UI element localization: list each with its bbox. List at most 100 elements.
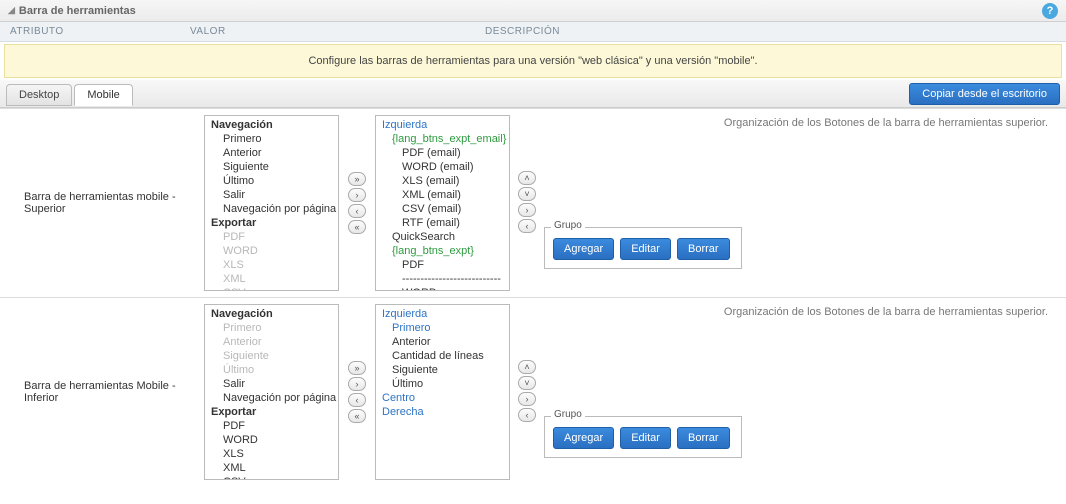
list-item[interactable]: Último xyxy=(376,377,509,391)
list-group-header[interactable]: Exportar xyxy=(205,216,338,230)
list-item[interactable]: {lang_btns_expt_email} xyxy=(376,132,509,146)
move-all-left-icon[interactable]: « xyxy=(348,220,366,234)
copy-from-desktop-button[interactable]: Copiar desde el escritorio xyxy=(909,83,1060,105)
list-item[interactable]: Cantidad de líneas xyxy=(376,349,509,363)
move-left-icon[interactable]: ‹ xyxy=(348,393,366,407)
list-item[interactable]: Siguiente xyxy=(376,363,509,377)
inferior-available-list: NavegaciónPrimeroAnteriorSiguienteÚltimo… xyxy=(204,304,339,480)
list-item[interactable]: CSV xyxy=(205,286,338,291)
delete-button[interactable]: Borrar xyxy=(677,427,730,449)
list-item[interactable]: Anterior xyxy=(205,146,338,160)
list-item[interactable]: Anterior xyxy=(376,335,509,349)
list-item[interactable]: WORD xyxy=(376,286,509,291)
tab-desktop[interactable]: Desktop xyxy=(6,84,72,106)
inferior-selected-list: IzquierdaPrimeroAnteriorCantidad de líne… xyxy=(375,304,510,480)
list-item[interactable]: Salir xyxy=(205,377,338,391)
superior-selected-listbox[interactable]: Izquierda{lang_btns_expt_email}PDF (emai… xyxy=(375,115,510,291)
list-item[interactable]: Siguiente xyxy=(205,160,338,174)
superior-description: Organización de los Botones de la barra … xyxy=(518,115,1054,131)
toolbar-inferior-row: Barra de herramientas Mobile - Inferior … xyxy=(0,297,1066,486)
edit-button[interactable]: Editar xyxy=(620,427,671,449)
add-button[interactable]: Agregar xyxy=(553,427,614,449)
edit-button[interactable]: Editar xyxy=(620,238,671,260)
move-all-right-icon[interactable]: » xyxy=(348,361,366,375)
list-item[interactable]: RTF (email) xyxy=(376,216,509,230)
group-legend: Grupo xyxy=(551,409,585,420)
move-down-icon[interactable]: ˅ xyxy=(518,187,536,201)
move-all-right-icon[interactable]: » xyxy=(348,172,366,186)
move-left2-icon[interactable]: ‹ xyxy=(518,219,536,233)
list-item[interactable]: Derecha xyxy=(376,405,509,419)
list-item[interactable]: XML xyxy=(205,272,338,286)
list-item[interactable]: CSV xyxy=(205,475,338,480)
list-item[interactable]: Anterior xyxy=(205,335,338,349)
list-item[interactable]: Último xyxy=(205,174,338,188)
move-left-icon[interactable]: ‹ xyxy=(348,204,366,218)
list-item[interactable]: {lang_btns_expt} xyxy=(376,244,509,258)
inferior-available-listbox[interactable]: NavegaciónPrimeroAnteriorSiguienteÚltimo… xyxy=(204,304,339,480)
list-item[interactable]: PDF xyxy=(205,419,338,433)
superior-available-listbox[interactable]: NavegaciónPrimeroAnteriorSiguienteÚltimo… xyxy=(204,115,339,291)
titlebar-title: Barra de herramientas xyxy=(19,5,136,17)
list-item[interactable]: Navegación por página xyxy=(205,202,338,216)
list-item[interactable]: Primero xyxy=(376,321,509,335)
move-right-icon[interactable]: › xyxy=(348,188,366,202)
move-up-icon[interactable]: ˄ xyxy=(518,360,536,374)
superior-available-list: NavegaciónPrimeroAnteriorSiguienteÚltimo… xyxy=(204,115,339,291)
add-button[interactable]: Agregar xyxy=(553,238,614,260)
column-headers: ATRIBUTO VALOR DESCRIPCIÓN xyxy=(0,22,1066,42)
list-item[interactable]: WORD (email) xyxy=(376,160,509,174)
list-item[interactable]: Izquierda xyxy=(376,118,509,132)
list-group-header[interactable]: Exportar xyxy=(205,405,338,419)
list-item[interactable]: XLS (email) xyxy=(376,174,509,188)
list-item[interactable]: WORD xyxy=(205,433,338,447)
list-item[interactable]: QuickSearch xyxy=(376,230,509,244)
list-item[interactable]: XML (email) xyxy=(376,188,509,202)
list-item[interactable]: Siguiente xyxy=(205,349,338,363)
move-right2-icon[interactable]: › xyxy=(518,392,536,406)
list-group-header[interactable]: Navegación xyxy=(205,118,338,132)
group-legend: Grupo xyxy=(551,220,585,231)
list-item[interactable]: --------------------------- xyxy=(376,272,509,286)
move-up-icon[interactable]: ˄ xyxy=(518,171,536,185)
header-attribute: ATRIBUTO xyxy=(10,26,190,37)
list-item[interactable]: Centro xyxy=(376,391,509,405)
inferior-selected-listbox[interactable]: IzquierdaPrimeroAnteriorCantidad de líne… xyxy=(375,304,510,480)
delete-button[interactable]: Borrar xyxy=(677,238,730,260)
move-left2-icon[interactable]: ‹ xyxy=(518,408,536,422)
list-item[interactable]: XML xyxy=(205,461,338,475)
inferior-label: Barra de herramientas Mobile - Inferior xyxy=(4,304,204,480)
list-item[interactable]: CSV (email) xyxy=(376,202,509,216)
superior-transfer-arrows: » › ‹ « xyxy=(339,115,375,291)
list-item[interactable]: XLS xyxy=(205,447,338,461)
move-all-left-icon[interactable]: « xyxy=(348,409,366,423)
list-item[interactable]: PDF xyxy=(376,258,509,272)
list-item[interactable]: Navegación por página xyxy=(205,391,338,405)
tab-mobile[interactable]: Mobile xyxy=(74,84,132,106)
list-item[interactable]: PDF (email) xyxy=(376,146,509,160)
superior-selected-list: Izquierda{lang_btns_expt_email}PDF (emai… xyxy=(375,115,510,291)
list-item[interactable]: Izquierda xyxy=(376,307,509,321)
list-item[interactable]: WORD xyxy=(205,244,338,258)
inferior-group-fieldset: Grupo Agregar Editar Borrar xyxy=(544,416,742,458)
list-item[interactable]: Primero xyxy=(205,132,338,146)
toolbar-superior-row: Barra de herramientas mobile - Superior … xyxy=(0,108,1066,297)
move-down-icon[interactable]: ˅ xyxy=(518,376,536,390)
move-right2-icon[interactable]: › xyxy=(518,203,536,217)
superior-label: Barra de herramientas mobile - Superior xyxy=(4,115,204,291)
list-item[interactable]: Último xyxy=(205,363,338,377)
superior-group-fieldset: Grupo Agregar Editar Borrar xyxy=(544,227,742,269)
titlebar: ◢ Barra de herramientas ? xyxy=(0,0,1066,22)
move-right-icon[interactable]: › xyxy=(348,377,366,391)
list-item[interactable]: Primero xyxy=(205,321,338,335)
list-item[interactable]: PDF xyxy=(205,230,338,244)
inferior-reorder-arrows: ˄ ˅ › ‹ xyxy=(518,360,536,422)
header-value: VALOR xyxy=(190,26,485,37)
list-item[interactable]: Salir xyxy=(205,188,338,202)
help-icon[interactable]: ? xyxy=(1042,3,1058,19)
list-group-header[interactable]: Navegación xyxy=(205,307,338,321)
list-item[interactable]: XLS xyxy=(205,258,338,272)
inferior-description: Organización de los Botones de la barra … xyxy=(518,304,1054,320)
inferior-transfer-arrows: » › ‹ « xyxy=(339,304,375,480)
collapse-icon[interactable]: ◢ xyxy=(8,5,15,16)
